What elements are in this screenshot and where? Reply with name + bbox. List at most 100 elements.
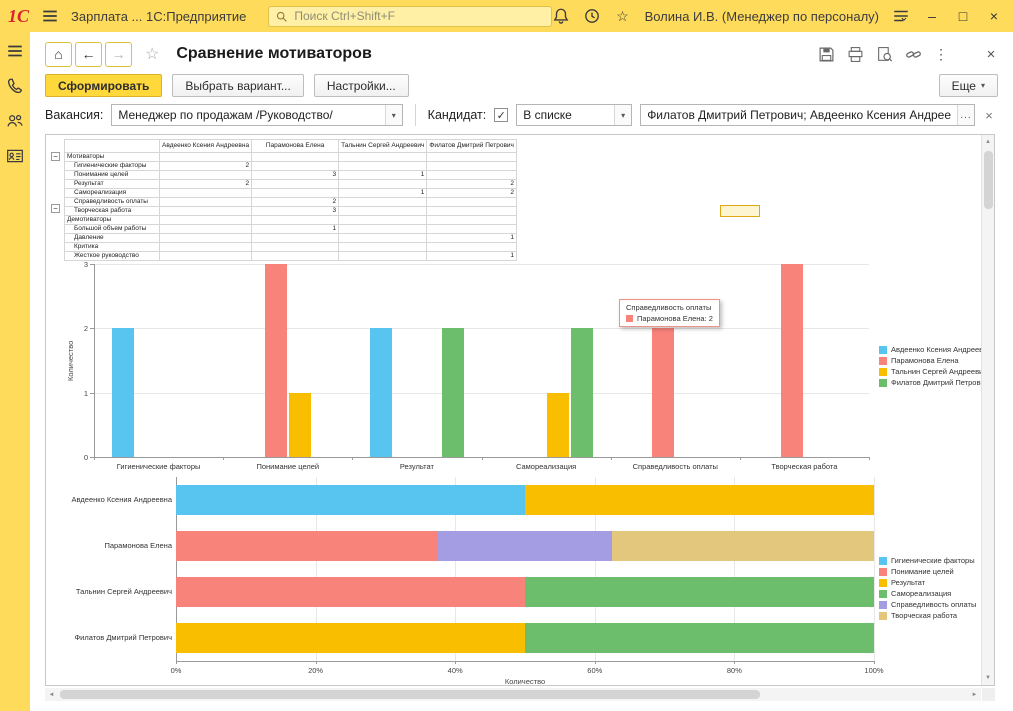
titlebar: 1С Зарплата ... 1С:Предприятие Поиск Ctr… (0, 0, 1013, 32)
maximize-button[interactable]: □ (954, 8, 972, 24)
vacancy-label: Вакансия: (45, 108, 104, 122)
row-label: Авдеенко Ксения Андреевна (71, 495, 172, 504)
filter-bar: Вакансия: Менеджер по продажам /Руководс… (45, 103, 998, 127)
search-icon (277, 11, 288, 22)
x-tick-label: 80% (726, 666, 742, 675)
search-placeholder: Поиск Ctrl+Shift+F (294, 9, 395, 23)
bar-segment[interactable] (437, 531, 613, 561)
service-menu-icon[interactable] (892, 7, 910, 25)
x-tick (734, 661, 736, 664)
dropdown-icon[interactable]: ▾ (384, 105, 402, 125)
candidate-list-value: Филатов Дмитрий Петрович; Авдеенко Ксени… (647, 108, 951, 122)
main-area: ⌂ ← → ☆ Сравнение мотиваторов ⋮ × Сформи… (30, 32, 1013, 711)
close-icon: × (985, 107, 993, 123)
save-icon[interactable] (818, 46, 835, 63)
legend-swatch (879, 578, 887, 587)
x-tick-label: 60% (587, 666, 603, 675)
scroll-right-button[interactable]: ► (968, 688, 981, 701)
back-button[interactable]: ← (75, 41, 102, 67)
legend-item[interactable]: Творческая работа (879, 610, 976, 621)
forward-icon: → (111, 46, 126, 62)
chevron-down-icon: ▾ (980, 81, 985, 90)
tooltip-label: Парамонова Елена: 2 (637, 314, 713, 323)
bar-segment[interactable] (525, 485, 874, 515)
minimize-button[interactable]: – (923, 8, 941, 24)
bar-segment[interactable] (176, 577, 525, 607)
vacancy-value: Менеджер по продажам /Руководство/ (118, 108, 333, 122)
vacancy-combobox[interactable]: Менеджер по продажам /Руководство/ ▾ (111, 104, 403, 126)
more-button[interactable]: Еще ▾ (938, 74, 998, 97)
home-button[interactable]: ⌂ (45, 41, 72, 67)
row-label: Парамонова Елена (104, 541, 172, 550)
candidate-list-input[interactable]: Филатов Дмитрий Петрович; Авдеенко Ксени… (640, 104, 975, 126)
legend-item[interactable]: Результат (879, 577, 976, 588)
bar-segment[interactable] (176, 531, 438, 561)
bar-segment[interactable] (525, 623, 874, 653)
phone-icon[interactable] (6, 77, 24, 95)
generate-button[interactable]: Сформировать (45, 74, 163, 97)
clear-button[interactable]: × (980, 106, 998, 124)
x-tick (176, 661, 177, 664)
x-tick-label: 20% (308, 666, 324, 675)
app-title: Зарплата ... 1С:Предприятие (71, 8, 247, 24)
x-axis (176, 661, 875, 662)
vertical-scroll-thumb[interactable] (984, 151, 993, 209)
app-close-button[interactable]: × (985, 8, 1003, 24)
users-icon[interactable] (6, 112, 24, 130)
legend-item[interactable]: Самореализация (879, 588, 976, 599)
legend-item[interactable]: Гигиенические факторы (879, 555, 976, 566)
idcard-icon[interactable] (6, 147, 24, 165)
bar-segment[interactable] (176, 485, 525, 515)
settings-button[interactable]: Настройки... (313, 74, 409, 97)
condition-value: В списке (523, 108, 572, 122)
print-icon[interactable] (847, 46, 864, 63)
command-bar: Сформировать Выбрать вариант... Настройк… (45, 74, 998, 97)
choose-variant-button[interactable]: Выбрать вариант... (172, 74, 304, 97)
current-user[interactable]: Волина И.В. (Менеджер по персоналу) (645, 9, 879, 24)
more-menu-icon[interactable]: ⋮ (934, 46, 948, 63)
main-menu-icon[interactable] (41, 7, 59, 25)
candidate-label: Кандидат: (427, 108, 487, 122)
legend-swatch (879, 611, 887, 620)
link-icon[interactable] (905, 46, 922, 63)
form-favorite-star-icon[interactable]: ☆ (145, 44, 159, 64)
forward-button[interactable]: → (105, 41, 132, 67)
tooltip-row: Парамонова Елена: 2 (626, 314, 713, 323)
bar-segment[interactable] (525, 577, 874, 607)
bar-segment[interactable] (612, 531, 875, 561)
legend-item[interactable]: Справедливость оплаты (879, 599, 976, 610)
row-label: Филатов Дмитрий Петрович (74, 633, 172, 642)
back-icon: ← (81, 46, 96, 62)
more-button-label: Еще (951, 78, 976, 93)
vertical-scrollbar[interactable]: ▲ ▼ (981, 135, 994, 685)
tooltip-title: Справедливость оплаты (626, 303, 712, 312)
check-icon: ✓ (496, 109, 506, 122)
history-icon[interactable] (583, 7, 601, 25)
legend-item[interactable]: Понимание целей (879, 566, 976, 577)
global-search-input[interactable]: Поиск Ctrl+Shift+F (268, 5, 552, 27)
horizontal-scroll-track[interactable] (58, 688, 968, 701)
gridline (874, 477, 875, 661)
sidebar-menu-icon[interactable] (6, 42, 24, 60)
horizontal-scroll-thumb[interactable] (60, 690, 760, 699)
legend-label: Справедливость оплаты (891, 600, 977, 609)
bar-segment[interactable] (176, 623, 525, 653)
favorites-star-icon[interactable]: ☆ (614, 8, 632, 25)
home-icon: ⌂ (54, 46, 63, 62)
horizontal-scrollbar[interactable]: ◄ ► (45, 688, 995, 701)
print-preview-icon[interactable] (876, 46, 893, 63)
choose-button[interactable]: ... (957, 105, 974, 125)
scroll-down-button[interactable]: ▼ (982, 672, 994, 684)
scroll-left-button[interactable]: ◄ (45, 688, 58, 701)
dropdown-icon[interactable]: ▾ (614, 105, 632, 125)
legend-label: Гигиенические факторы (891, 556, 975, 565)
scroll-up-button[interactable]: ▲ (982, 136, 994, 148)
notifications-bell-icon[interactable] (552, 7, 570, 25)
candidate-checkbox[interactable]: ✓ (494, 108, 509, 122)
x-tick-label: 100% (864, 666, 884, 675)
form-header: ⌂ ← → ☆ Сравнение мотиваторов ⋮ × (45, 40, 998, 68)
legend-label: Понимание целей (891, 567, 954, 576)
condition-combobox[interactable]: В списке ▾ (516, 104, 633, 126)
x-tick (315, 661, 317, 664)
close-form-button[interactable]: × (984, 46, 998, 63)
